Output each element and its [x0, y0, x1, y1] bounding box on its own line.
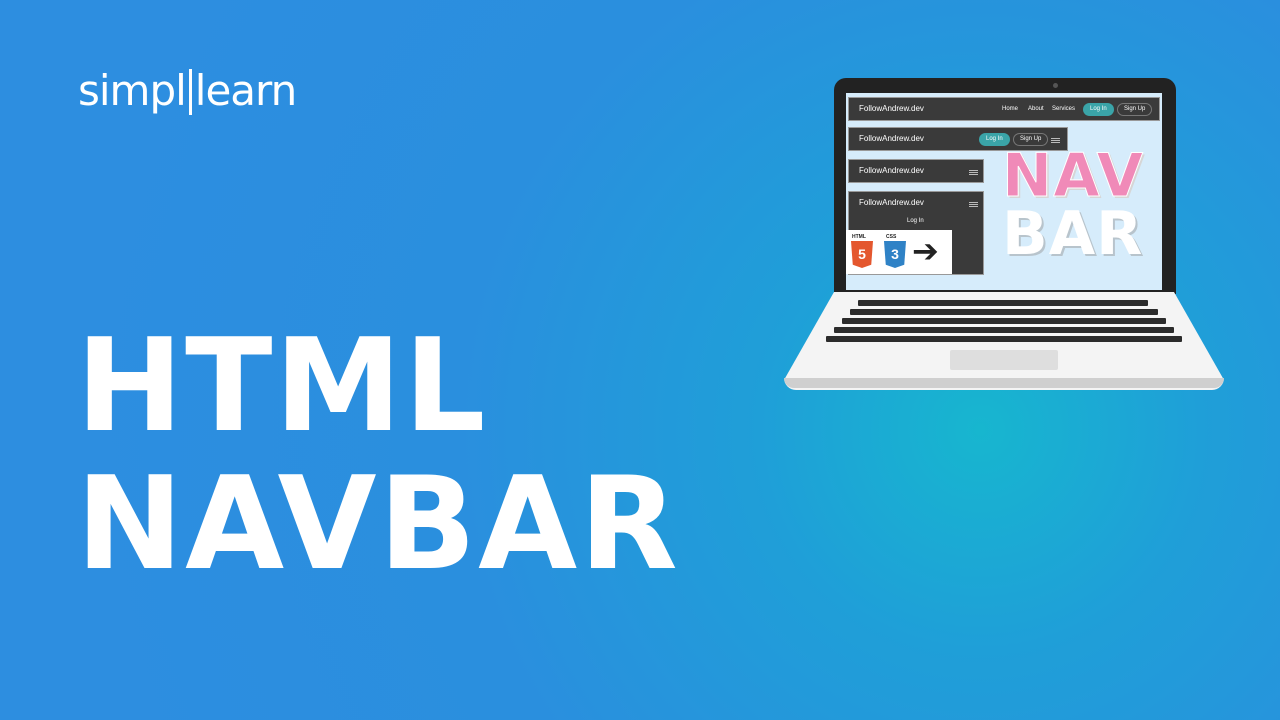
navbar-brand: FollowAndrew.dev [859, 104, 924, 113]
menu-item-login: Log In [907, 218, 924, 224]
nav-link-home: Home [1002, 106, 1019, 112]
tech-badges: HTML 5 CSS 3 ➔ [846, 230, 952, 274]
nav-word: NAV [1001, 141, 1145, 211]
navbar-brand: FollowAndrew.dev [859, 166, 924, 175]
nav-bar-graphic: NAV BAR [1001, 141, 1145, 269]
navbar-brand: FollowAndrew.dev [859, 134, 924, 143]
login-button: Log In [1083, 103, 1114, 116]
logo-divider [188, 69, 192, 115]
headline-line-2: NAVBAR [76, 450, 680, 599]
navbar-full: FollowAndrew.dev Home About Services Log… [848, 97, 1160, 121]
headline-line-1: HTML [76, 312, 488, 461]
css3-icon: 3 [884, 241, 906, 268]
camera-icon [1053, 83, 1058, 88]
signup-button: Sign Up [1117, 103, 1153, 116]
hamburger-icon [1051, 138, 1060, 139]
nav-link-about: About [1028, 106, 1044, 112]
html5-icon: 5 [851, 241, 873, 268]
navbar-small: FollowAndrew.dev [848, 159, 984, 183]
trackpad [950, 350, 1058, 370]
laptop-screen: FollowAndrew.dev Home About Services Log… [846, 93, 1162, 290]
arrow-icon: ➔ [912, 232, 939, 270]
laptop-illustration: FollowAndrew.dev Home About Services Log… [784, 78, 1224, 390]
html-label: HTML [852, 234, 866, 240]
headline: HTML NAVBAR [76, 318, 680, 594]
bar-word: BAR [1002, 199, 1144, 269]
css-label: CSS [886, 234, 897, 240]
nav-link-services: Services [1052, 106, 1076, 112]
simplilearn-logo: simpl learn [78, 66, 297, 115]
hamburger-icon [969, 170, 978, 171]
hamburger-icon [969, 202, 978, 203]
navbar-brand: FollowAndrew.dev [859, 198, 924, 207]
laptop-base-edge [784, 378, 1224, 388]
